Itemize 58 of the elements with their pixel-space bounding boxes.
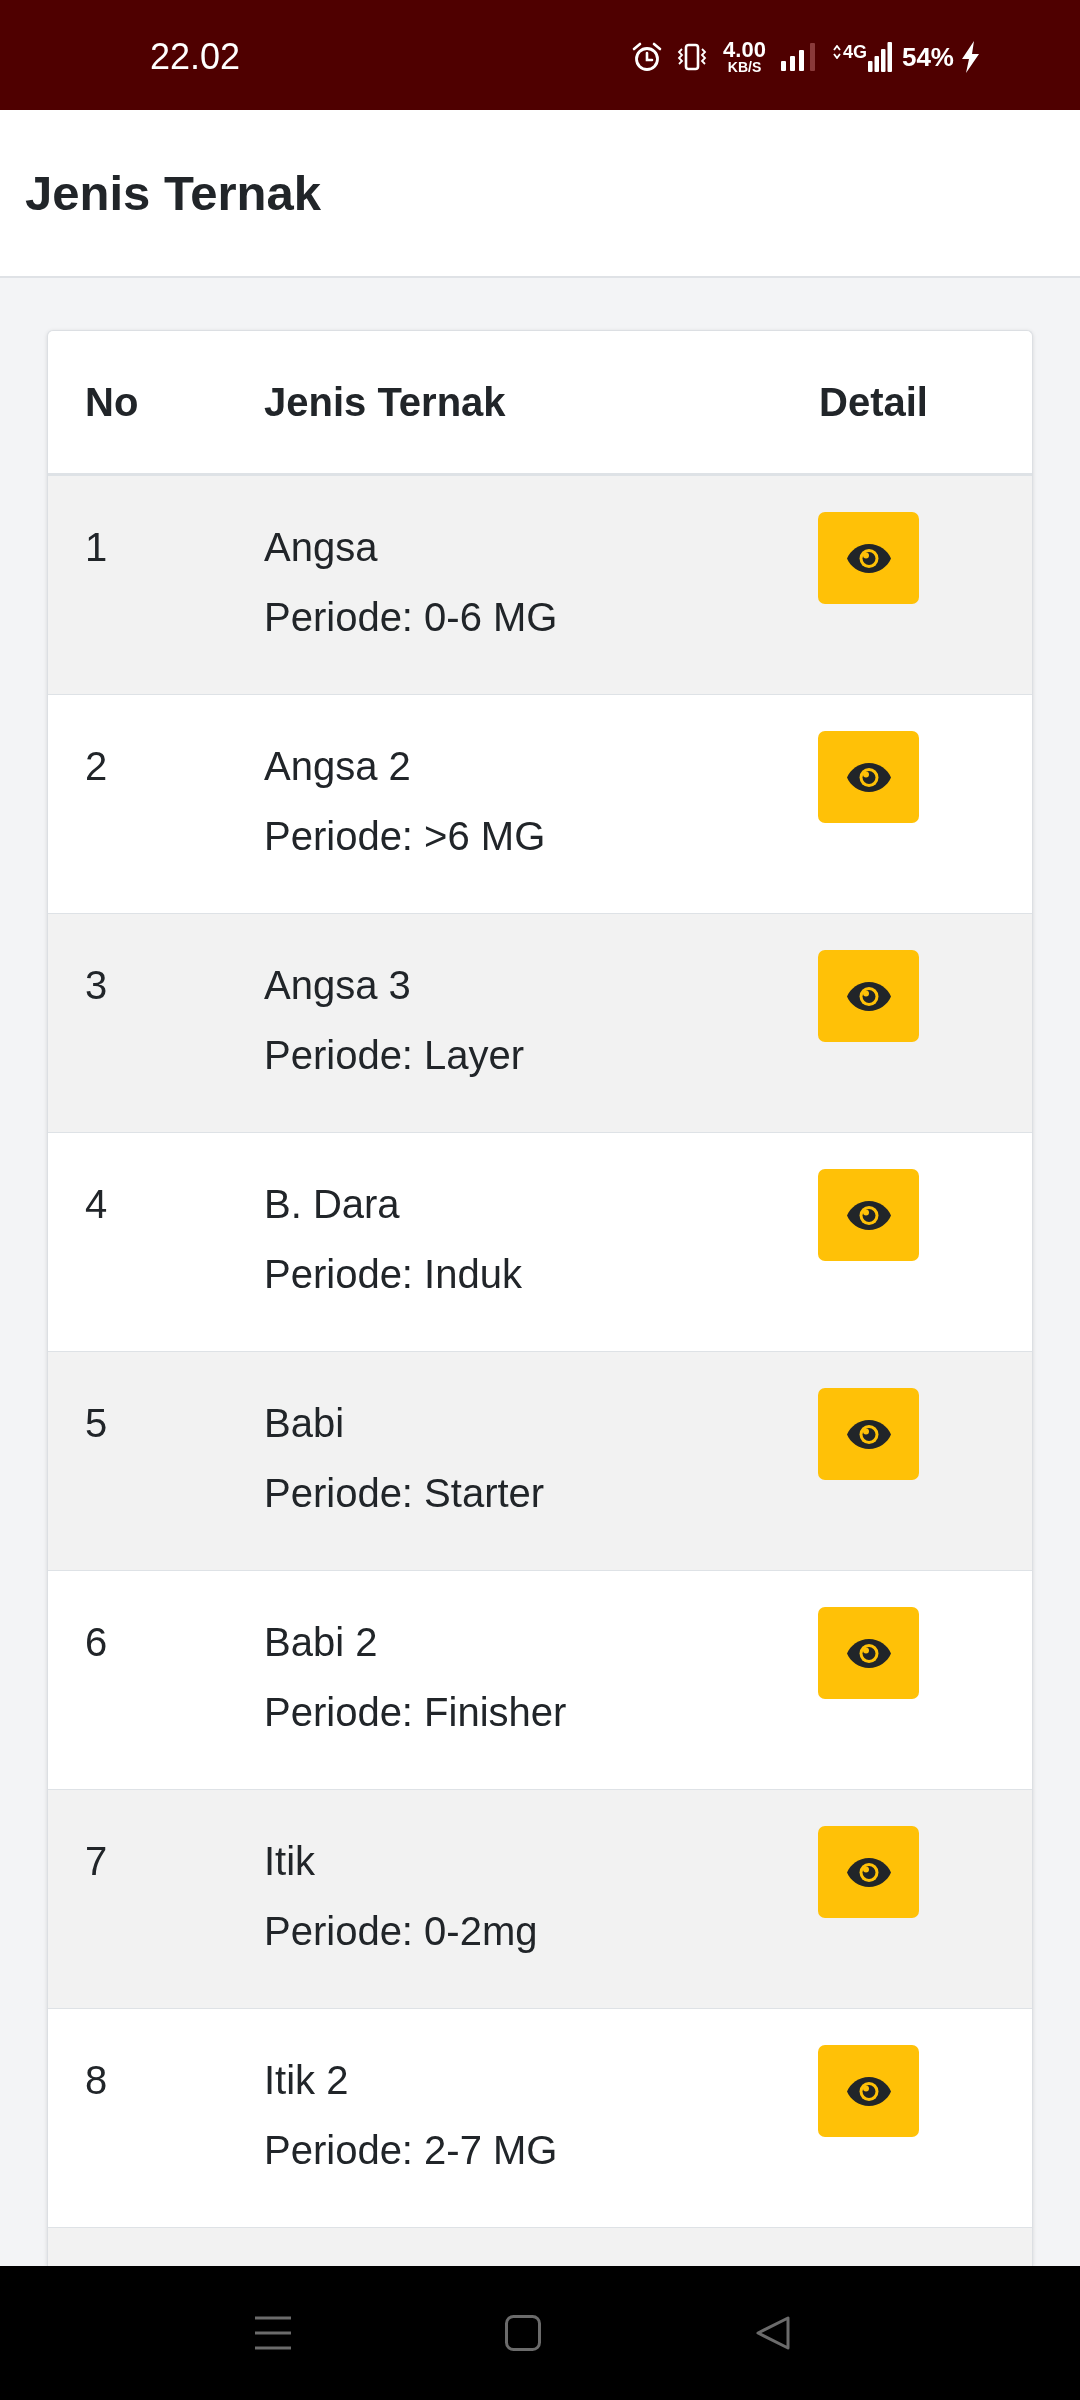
row-number: 8 — [85, 2057, 109, 2104]
view-detail-button[interactable] — [818, 1607, 919, 1699]
eye-icon — [845, 761, 892, 793]
signal-icon — [780, 43, 817, 71]
period-text: Periode: 0-6 MG — [264, 594, 558, 641]
row-number: 1 — [85, 524, 109, 571]
charging-bolt-icon — [961, 41, 980, 73]
column-header: Jenis Ternak — [264, 379, 507, 426]
battery-level: 54% — [901, 42, 954, 72]
row-number: 7 — [85, 1838, 109, 1885]
livestock-name: Babi — [264, 1400, 345, 1447]
status-time: 22.02 — [150, 37, 241, 77]
livestock-name: Angsa 3 — [264, 962, 411, 1009]
view-detail-button[interactable] — [818, 950, 919, 1042]
period-text: Periode: Layer — [264, 1032, 525, 1079]
eye-icon — [845, 1199, 892, 1231]
eye-icon — [845, 980, 892, 1012]
livestock-name: Itik — [264, 1838, 316, 1885]
network-type: 4G — [842, 44, 867, 60]
data-speed-unit: KB/S — [727, 60, 762, 74]
livestock-name: Angsa 2 — [264, 743, 411, 790]
page-title: Jenis Ternak — [25, 165, 321, 222]
column-header: No — [85, 379, 140, 426]
back-icon[interactable] — [755, 2315, 791, 2351]
period-text: Periode: 2-7 MG — [264, 2127, 558, 2174]
eye-icon — [845, 1637, 892, 1669]
view-detail-button[interactable] — [818, 1388, 919, 1480]
signal-icon — [867, 42, 892, 72]
livestock-name: B. Dara — [264, 1181, 400, 1228]
home-icon[interactable] — [505, 2315, 541, 2351]
row-number: 6 — [85, 1619, 109, 1666]
view-detail-button[interactable] — [818, 2045, 919, 2137]
period-text: Periode: >6 MG — [264, 813, 546, 860]
data-arrows-icon — [832, 45, 841, 59]
view-detail-button[interactable] — [818, 1826, 919, 1918]
eye-icon — [845, 542, 892, 574]
view-detail-button[interactable] — [818, 731, 919, 823]
menu-icon[interactable] — [255, 2316, 291, 2350]
vibrate-icon — [677, 42, 708, 72]
livestock-name: Itik 2 — [264, 2057, 349, 2104]
alarm-clock-icon — [632, 42, 663, 72]
view-detail-button[interactable] — [818, 512, 919, 604]
period-text: Periode: Induk — [264, 1251, 522, 1298]
livestock-name: Angsa — [264, 524, 378, 571]
row-number: 2 — [85, 743, 109, 790]
data-speed: 4.00 — [723, 40, 766, 60]
period-text: Periode: Finisher — [264, 1689, 567, 1736]
row-number: 3 — [85, 962, 109, 1009]
eye-icon — [845, 1856, 892, 1888]
period-text: Periode: 0-2mg — [264, 1908, 538, 1955]
period-text: Periode: Starter — [264, 1470, 545, 1517]
eye-icon — [845, 1418, 892, 1450]
view-detail-button[interactable] — [818, 1169, 919, 1261]
livestock-name: Babi 2 — [264, 1619, 378, 1666]
row-number: 5 — [85, 1400, 109, 1447]
eye-icon — [845, 2075, 892, 2107]
column-header: Detail — [819, 379, 929, 426]
row-number: 4 — [85, 1181, 109, 1228]
